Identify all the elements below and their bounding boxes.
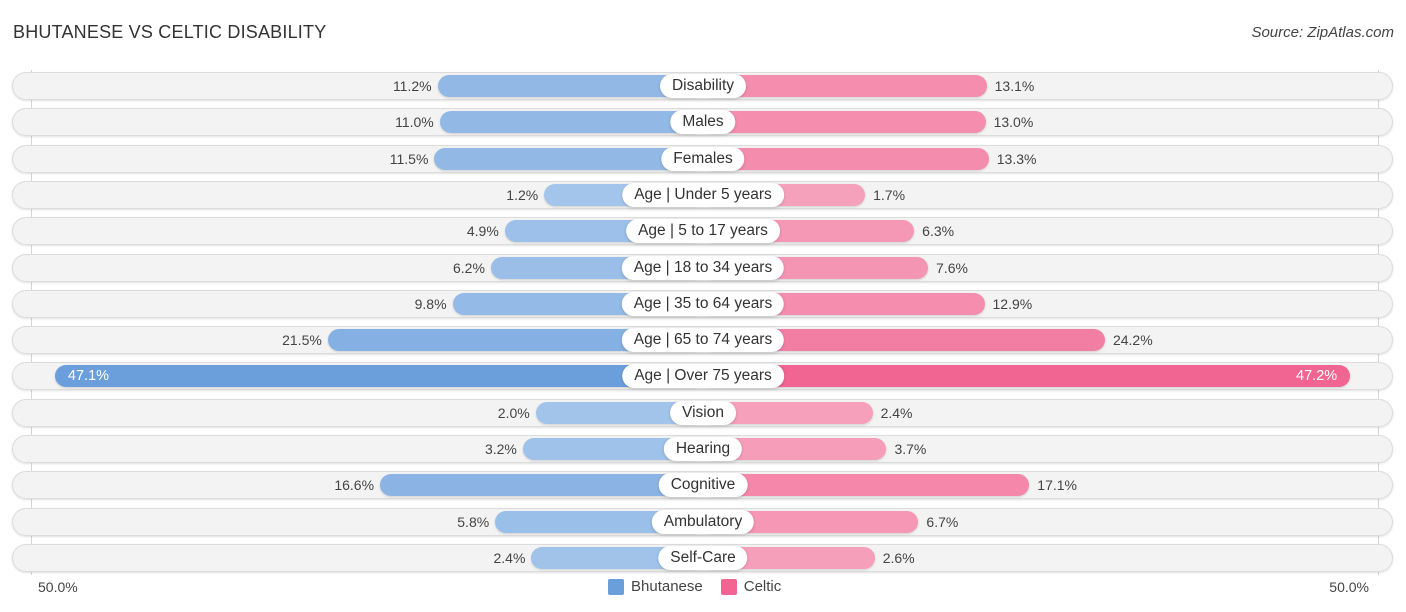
value-label-bhutanese: 5.8% [457,513,490,530]
value-label-bhutanese: 4.9% [466,223,499,240]
bar-celtic[interactable] [703,474,1030,497]
category-label: Age | 18 to 34 years [621,255,785,280]
bar-celtic[interactable] [703,111,986,134]
category-label: Males [670,110,736,135]
legend-label-bhutanese: Bhutanese [631,578,703,595]
bar-bhutanese[interactable] [54,365,703,388]
legend-item-celtic[interactable]: Celtic [720,578,782,595]
category-label: Hearing [663,437,743,461]
value-label-bhutanese: 11.2% [392,78,432,94]
value-label-celtic: 13.0% [993,114,1034,131]
legend-label-celtic: Celtic [743,578,782,595]
value-label-celtic: 7.6% [936,259,968,276]
value-label-bhutanese: 3.2% [484,441,517,457]
value-label-celtic: 24.2% [1112,332,1153,349]
category-label: Age | 35 to 64 years [621,291,785,316]
value-label-bhutanese: 47.1% [67,368,110,385]
category-label: Cognitive [658,473,748,498]
value-label-bhutanese: 1.2% [506,186,539,203]
category-label: Age | 65 to 74 years [621,328,785,353]
value-label-bhutanese: 2.0% [497,404,530,421]
value-label-celtic: 2.4% [880,404,913,421]
value-label-celtic: 17.1% [1037,477,1077,494]
value-label-celtic: 12.9% [992,295,1033,312]
value-label-bhutanese: 2.4% [493,549,526,566]
axis-label-left: 50.0% [38,579,78,595]
category-label: Disability [659,74,747,98]
chart-area: 11.2% 13.1% Disability 11.0% 13.0% Males 11.5%… [0,0,1406,612]
value-label-bhutanese: 6.2% [453,259,485,276]
legend-swatch-celtic [720,578,737,595]
value-label-celtic: 13.3% [996,150,1037,167]
value-label-bhutanese: 21.5% [282,332,322,349]
value-label-celtic: 2.6% [882,549,915,566]
category-label: Females [661,146,745,171]
legend-item-bhutanese[interactable]: Bhutanese [608,578,703,595]
value-label-celtic: 13.1% [994,78,1035,94]
category-label: Age | Over 75 years [622,364,784,389]
category-label: Age | Under 5 years [622,182,784,207]
bar-celtic[interactable] [703,147,989,170]
category-label: Self-Care [658,545,748,570]
bar-celtic[interactable] [703,365,1351,388]
legend-swatch-bhutanese [608,578,624,595]
value-label-celtic: 47.2% [1296,368,1338,385]
legend: Bhutanese Celtic [608,578,793,595]
value-label-bhutanese: 11.5% [389,150,429,167]
axis-label-right: 50.0% [1329,579,1369,595]
value-label-bhutanese: 11.0% [395,114,434,131]
category-label: Ambulatory [651,509,755,534]
bar-bhutanese[interactable] [380,474,703,497]
value-label-bhutanese: 9.8% [414,295,447,312]
value-label-celtic: 6.7% [926,513,959,530]
bar-bhutanese[interactable] [439,111,703,134]
value-label-bhutanese: 16.6% [334,477,375,494]
value-label-celtic: 6.3% [922,223,955,240]
value-label-celtic: 3.7% [894,441,927,457]
category-label: Vision [670,400,736,425]
category-label: Age | 5 to 17 years [626,219,780,244]
value-label-celtic: 1.7% [873,186,906,203]
